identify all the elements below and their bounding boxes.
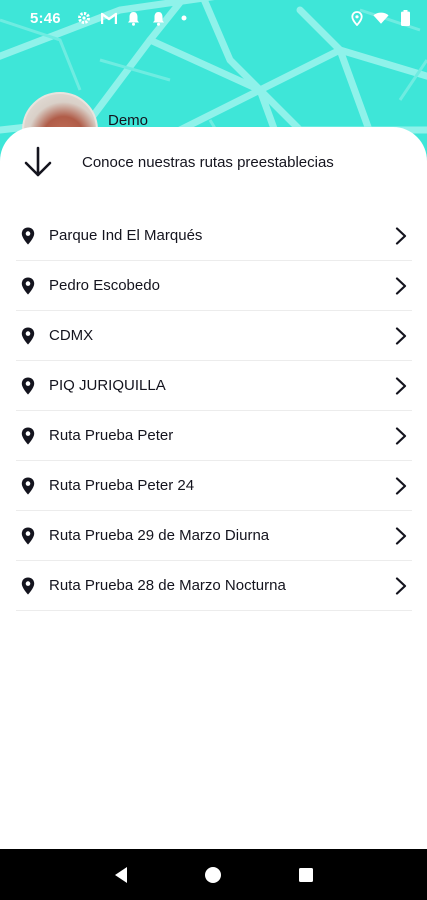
arrow-down-icon[interactable] (22, 145, 54, 179)
home-icon[interactable] (202, 864, 224, 886)
map-pin-icon (21, 477, 35, 495)
location-icon (349, 10, 365, 26)
routes-bottom-sheet: Conoce nuestras rutas preestablecias Par… (0, 127, 427, 849)
route-item[interactable]: Ruta Prueba Peter 24 (16, 461, 412, 511)
map-pin-icon (21, 227, 35, 245)
route-item[interactable]: PIQ JURIQUILLA (16, 361, 412, 411)
route-item[interactable]: Ruta Prueba 29 de Marzo Diurna (16, 511, 412, 561)
notification-icon (126, 10, 142, 26)
route-item[interactable]: CDMX (16, 311, 412, 361)
status-bar: 5:46 (0, 0, 427, 36)
map-pin-icon (21, 327, 35, 345)
map-pin-icon (21, 277, 35, 295)
route-label: CDMX (49, 327, 94, 344)
route-label: Ruta Prueba Peter (49, 427, 174, 444)
route-item[interactable]: Ruta Prueba Peter (16, 411, 412, 461)
status-right (349, 10, 413, 26)
route-label: Parque Ind El Marqués (49, 227, 203, 244)
system-nav-bar (0, 849, 427, 900)
map-pin-icon (21, 527, 35, 545)
sheet-header: Conoce nuestras rutas preestablecias (22, 145, 334, 179)
recents-icon[interactable] (295, 864, 317, 886)
map-pin-icon (21, 577, 35, 595)
back-icon[interactable] (110, 864, 132, 886)
settings-icon (76, 10, 92, 26)
dot-icon (176, 10, 192, 26)
sheet-title: Conoce nuestras rutas preestablecias (82, 153, 334, 171)
chevron-right-icon[interactable] (394, 426, 408, 445)
chevron-right-icon[interactable] (394, 226, 408, 245)
status-left: 5:46 (30, 10, 192, 27)
route-label: Ruta Prueba Peter 24 (49, 477, 195, 494)
chevron-right-icon[interactable] (394, 526, 408, 545)
chevron-right-icon[interactable] (394, 376, 408, 395)
wifi-icon (373, 10, 389, 26)
map-pin-icon (21, 377, 35, 395)
route-item[interactable]: Parque Ind El Marqués (16, 211, 412, 261)
gmail-icon (100, 10, 117, 26)
route-label: PIQ JURIQUILLA (49, 377, 166, 394)
map-pin-icon (21, 427, 35, 445)
route-label: Pedro Escobedo (49, 277, 160, 294)
chevron-right-icon[interactable] (394, 576, 408, 595)
route-item[interactable]: Ruta Prueba 28 de Marzo Nocturna (16, 561, 412, 611)
notification-icon (151, 10, 167, 26)
chevron-right-icon[interactable] (394, 476, 408, 495)
route-item[interactable]: Pedro Escobedo (16, 261, 412, 311)
route-list: Parque Ind El Marqués Pedro Escobedo CDM… (16, 211, 412, 611)
chevron-right-icon[interactable] (394, 326, 408, 345)
route-label: Ruta Prueba 29 de Marzo Diurna (49, 527, 270, 544)
chevron-right-icon[interactable] (394, 276, 408, 295)
route-label: Ruta Prueba 28 de Marzo Nocturna (49, 577, 286, 594)
status-time: 5:46 (30, 9, 61, 27)
battery-icon (397, 10, 413, 26)
